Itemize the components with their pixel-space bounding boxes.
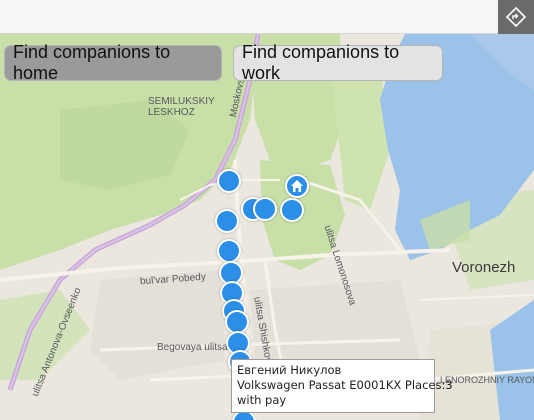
- map-label-semiluksky: SEMILUKSKIY: [148, 96, 215, 107]
- route-point[interactable]: [280, 198, 304, 222]
- tooltip-car-info: Volkswagen Passat E0001KX Places:3: [237, 378, 453, 392]
- home-marker[interactable]: [285, 174, 309, 198]
- home-icon: [291, 180, 303, 192]
- route-point[interactable]: [253, 197, 277, 221]
- navigation-diamond-icon[interactable]: [498, 0, 534, 34]
- route-point[interactable]: [217, 239, 241, 263]
- tooltip-driver-name: Евгений Никулов: [237, 363, 342, 377]
- driver-tooltip: Евгений Никулов Volkswagen Passat E0001K…: [231, 359, 453, 413]
- map-label-levoberezhny: LENOROZHNIY RAYON: [440, 375, 534, 385]
- map-label-begovaya: Begovaya ulitsa: [157, 342, 228, 353]
- route-point[interactable]: [215, 209, 239, 233]
- find-companions-work-button[interactable]: Find companions to work: [233, 42, 443, 83]
- route-point[interactable]: [217, 169, 241, 193]
- map-label-leskhoz: LESKHOZ: [148, 107, 195, 118]
- tooltip-payment: with pay: [237, 393, 287, 407]
- map-label-voronezh: Voronezh: [452, 259, 516, 276]
- top-bar: [0, 0, 534, 34]
- find-companions-home-button[interactable]: Find companions to home: [4, 42, 222, 83]
